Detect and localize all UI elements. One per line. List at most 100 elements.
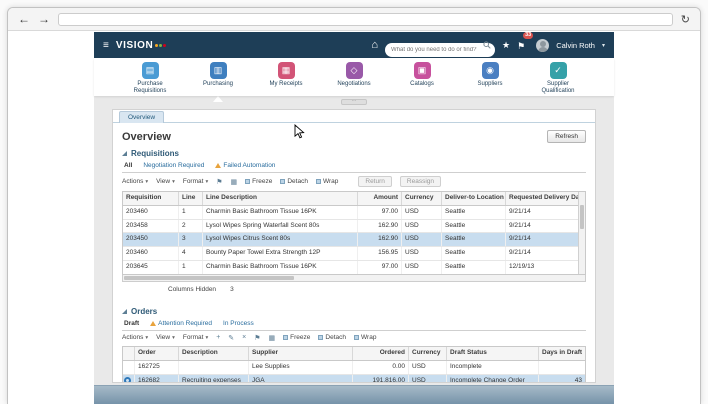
- freeze-icon: [245, 179, 251, 184]
- overview-panel: Overview Overview Refresh Requisitions A…: [112, 109, 596, 383]
- notifications[interactable]: ⚑ 33: [517, 32, 534, 54]
- actions-menu[interactable]: Actions ▾: [122, 334, 148, 341]
- tab-attention-required[interactable]: Attention Required: [150, 320, 212, 327]
- detach-icon: [280, 179, 286, 184]
- format-menu[interactable]: Format ▾: [183, 178, 208, 185]
- tab-overview[interactable]: Overview: [119, 111, 165, 123]
- refresh-button[interactable]: Refresh: [547, 130, 586, 143]
- orders-section: Orders Draft Attention Required In Proce…: [122, 307, 586, 382]
- collapse-triangle-icon: [122, 308, 127, 314]
- nav-item-my-receipts[interactable]: ▦ My Receipts: [259, 62, 313, 96]
- vertical-scrollbar[interactable]: [578, 192, 585, 274]
- view-menu[interactable]: View ▾: [156, 334, 175, 341]
- scrollbar-thumb: [580, 205, 584, 229]
- nav-item-purchasing[interactable]: ▥ Purchasing: [191, 62, 245, 96]
- tab-failed-automation[interactable]: Failed Automation: [215, 162, 275, 169]
- column-header-line-description[interactable]: Line Description: [203, 192, 358, 205]
- orders-toolbar: Actions ▾ View ▾ Format ▾ + ✎ × ⚑ ▦ Freeze: [122, 334, 586, 342]
- user-name[interactable]: Calvin Roth: [556, 41, 595, 50]
- flag-toolbar-icon[interactable]: ⚑: [254, 334, 260, 342]
- caret-down-icon: ▾: [145, 178, 149, 185]
- global-search[interactable]: [385, 38, 496, 57]
- column-header-days-in-draft[interactable]: Days in Draft: [539, 347, 585, 360]
- url-bar[interactable]: [58, 12, 673, 26]
- column-header-deliver-to-location[interactable]: Deliver-to Location: [442, 192, 506, 205]
- menu-icon[interactable]: ≡: [103, 40, 109, 51]
- column-header-ordered[interactable]: Ordered: [353, 346, 409, 360]
- page-title: Overview: [122, 130, 171, 143]
- grid-toolbar-icon[interactable]: ▦: [269, 334, 276, 342]
- column-header-supplier[interactable]: Supplier: [249, 346, 353, 360]
- refresh-icon[interactable]: ↻: [681, 13, 690, 26]
- column-header-description[interactable]: Description: [179, 346, 249, 360]
- nav-item-suppliers[interactable]: ◉ Suppliers: [463, 62, 517, 96]
- column-header-currency[interactable]: Currency: [409, 346, 447, 360]
- table-row[interactable]: 203645 1 Charmin Basic Bathroom Tissue 1…: [123, 261, 578, 274]
- nav-item-catalogs[interactable]: ▣ Catalogs: [395, 62, 449, 96]
- tab-all[interactable]: All: [124, 162, 132, 169]
- search-input[interactable]: [385, 43, 496, 57]
- edit-icon[interactable]: ✎: [228, 334, 234, 342]
- avatar[interactable]: [536, 38, 550, 52]
- collapse-triangle-icon: [122, 151, 127, 156]
- table-row[interactable]: 162725 Lee Supplies 0.00 USD Incomplete: [123, 360, 585, 375]
- column-header-amount[interactable]: Amount: [358, 192, 402, 205]
- warning-icon: [150, 320, 157, 326]
- caret-down-icon: ▾: [145, 334, 149, 341]
- flag-toolbar-icon[interactable]: ⚑: [216, 178, 222, 186]
- view-menu[interactable]: View ▾: [156, 178, 175, 185]
- actions-menu[interactable]: Actions ▾: [122, 178, 148, 185]
- grid-toolbar-icon[interactable]: ▦: [230, 178, 237, 186]
- section-title: Orders: [131, 306, 158, 316]
- delete-icon[interactable]: ×: [242, 334, 246, 341]
- caret-down-icon: ▾: [205, 334, 209, 341]
- freeze-button[interactable]: Freeze: [283, 334, 310, 341]
- requisitions-tabs: All Negotiation Required Failed Automati…: [122, 161, 586, 173]
- my-receipts-icon: ▦: [277, 62, 295, 79]
- column-header-order[interactable]: Order: [135, 346, 179, 360]
- reassign-button[interactable]: Reassign: [399, 176, 441, 187]
- caret-down-icon: ▾: [172, 334, 175, 341]
- tab-negotiation-required[interactable]: Negotiation Required: [143, 162, 204, 169]
- table-row[interactable]: 203460 4 Bounty Paper Towel Extra Streng…: [123, 247, 578, 262]
- nav-item-supplier-qualification[interactable]: ✓ Supplier Qualification: [531, 62, 585, 96]
- wrap-icon: [354, 335, 360, 341]
- detach-button[interactable]: Detach: [280, 178, 308, 185]
- user-menu-caret-icon[interactable]: ▾: [602, 42, 605, 49]
- column-header-requisition[interactable]: Requisition: [123, 192, 179, 205]
- detach-button[interactable]: Detach: [318, 334, 346, 341]
- column-header-line[interactable]: Line: [179, 192, 203, 205]
- change-order-icon: [124, 376, 131, 382]
- columns-hidden-count: 3: [230, 285, 234, 293]
- home-icon[interactable]: ⌂: [371, 39, 378, 51]
- table-row-selected[interactable]: 162682 Recruiting expenses JGA 191,816.0…: [123, 374, 585, 382]
- column-header-requested-delivery-date[interactable]: Requested Delivery Date: [506, 192, 578, 205]
- suppliers-icon: ◉: [481, 62, 499, 79]
- column-header-draft-status[interactable]: Draft Status: [447, 346, 539, 360]
- freeze-button[interactable]: Freeze: [245, 178, 272, 185]
- tab-draft[interactable]: Draft: [124, 320, 139, 327]
- wrap-button[interactable]: Wrap: [354, 334, 376, 341]
- column-header-currency[interactable]: Currency: [402, 192, 442, 205]
- purchase-requisitions-icon: ▤: [141, 62, 159, 79]
- tab-in-process[interactable]: In Process: [223, 320, 254, 327]
- wrap-button[interactable]: Wrap: [315, 178, 338, 185]
- requisitions-section-header[interactable]: Requisitions: [122, 149, 586, 158]
- screenshot-root: ← → ↻ ≡ VISION ⌂ What do you need to do …: [0, 0, 708, 404]
- horizontal-scrollbar[interactable]: [122, 274, 586, 282]
- app-container: ≡ VISION ⌂ ★ ⚑ 33: [94, 32, 614, 404]
- splitter-handle[interactable]: ···: [341, 99, 367, 105]
- table-row-selected[interactable]: 203450 3 Lysol Wipes Citrus Scent 80s 16…: [123, 233, 578, 248]
- nav-item-purchase-requisitions[interactable]: ▤ Purchase Requisitions: [123, 62, 177, 96]
- format-menu[interactable]: Format ▾: [183, 334, 208, 341]
- back-icon[interactable]: ←: [18, 13, 30, 25]
- flag-icon: ⚑: [517, 41, 526, 51]
- return-button[interactable]: Return: [358, 176, 392, 187]
- orders-section-header[interactable]: Orders: [122, 307, 586, 316]
- favorites-icon[interactable]: ★: [502, 40, 510, 51]
- table-row[interactable]: 203458 2 Lysol Wipes Spring Waterfall Sc…: [123, 219, 578, 234]
- nav-item-negotiations[interactable]: ◇ Negotiations: [327, 62, 381, 96]
- forward-icon[interactable]: →: [38, 13, 50, 25]
- create-icon[interactable]: +: [216, 334, 220, 341]
- table-row[interactable]: 203460 1 Charmin Basic Bathroom Tissue 1…: [123, 205, 578, 220]
